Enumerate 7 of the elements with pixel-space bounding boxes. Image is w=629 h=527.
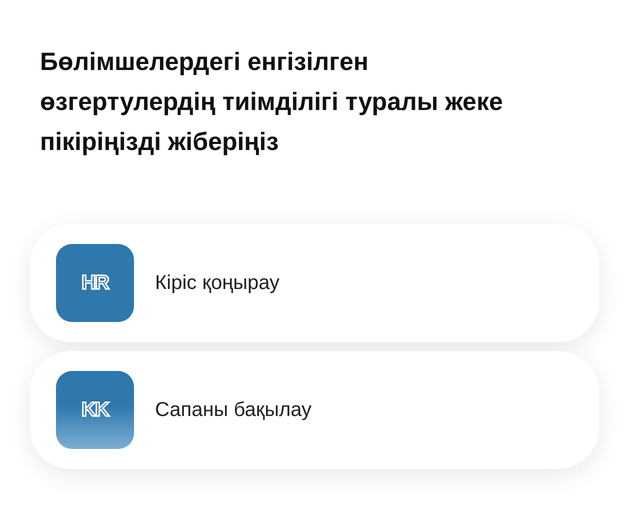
app-icon: KK	[56, 371, 134, 449]
option-label: Сапаны бақылау	[155, 398, 312, 422]
option-label: Кіріс қоңырау	[155, 272, 280, 294]
option-card[interactable]: KK Сапаны бақылау	[30, 351, 599, 469]
option-card[interactable]: HR Кіріс қоңырау	[30, 224, 599, 342]
app-icon: HR	[56, 244, 134, 322]
page-title: Бөлімшелердегі енгізілген өзгертулердің тиімділігі туралы жеке пікіріңізді жіберіңіз	[39, 47, 504, 158]
